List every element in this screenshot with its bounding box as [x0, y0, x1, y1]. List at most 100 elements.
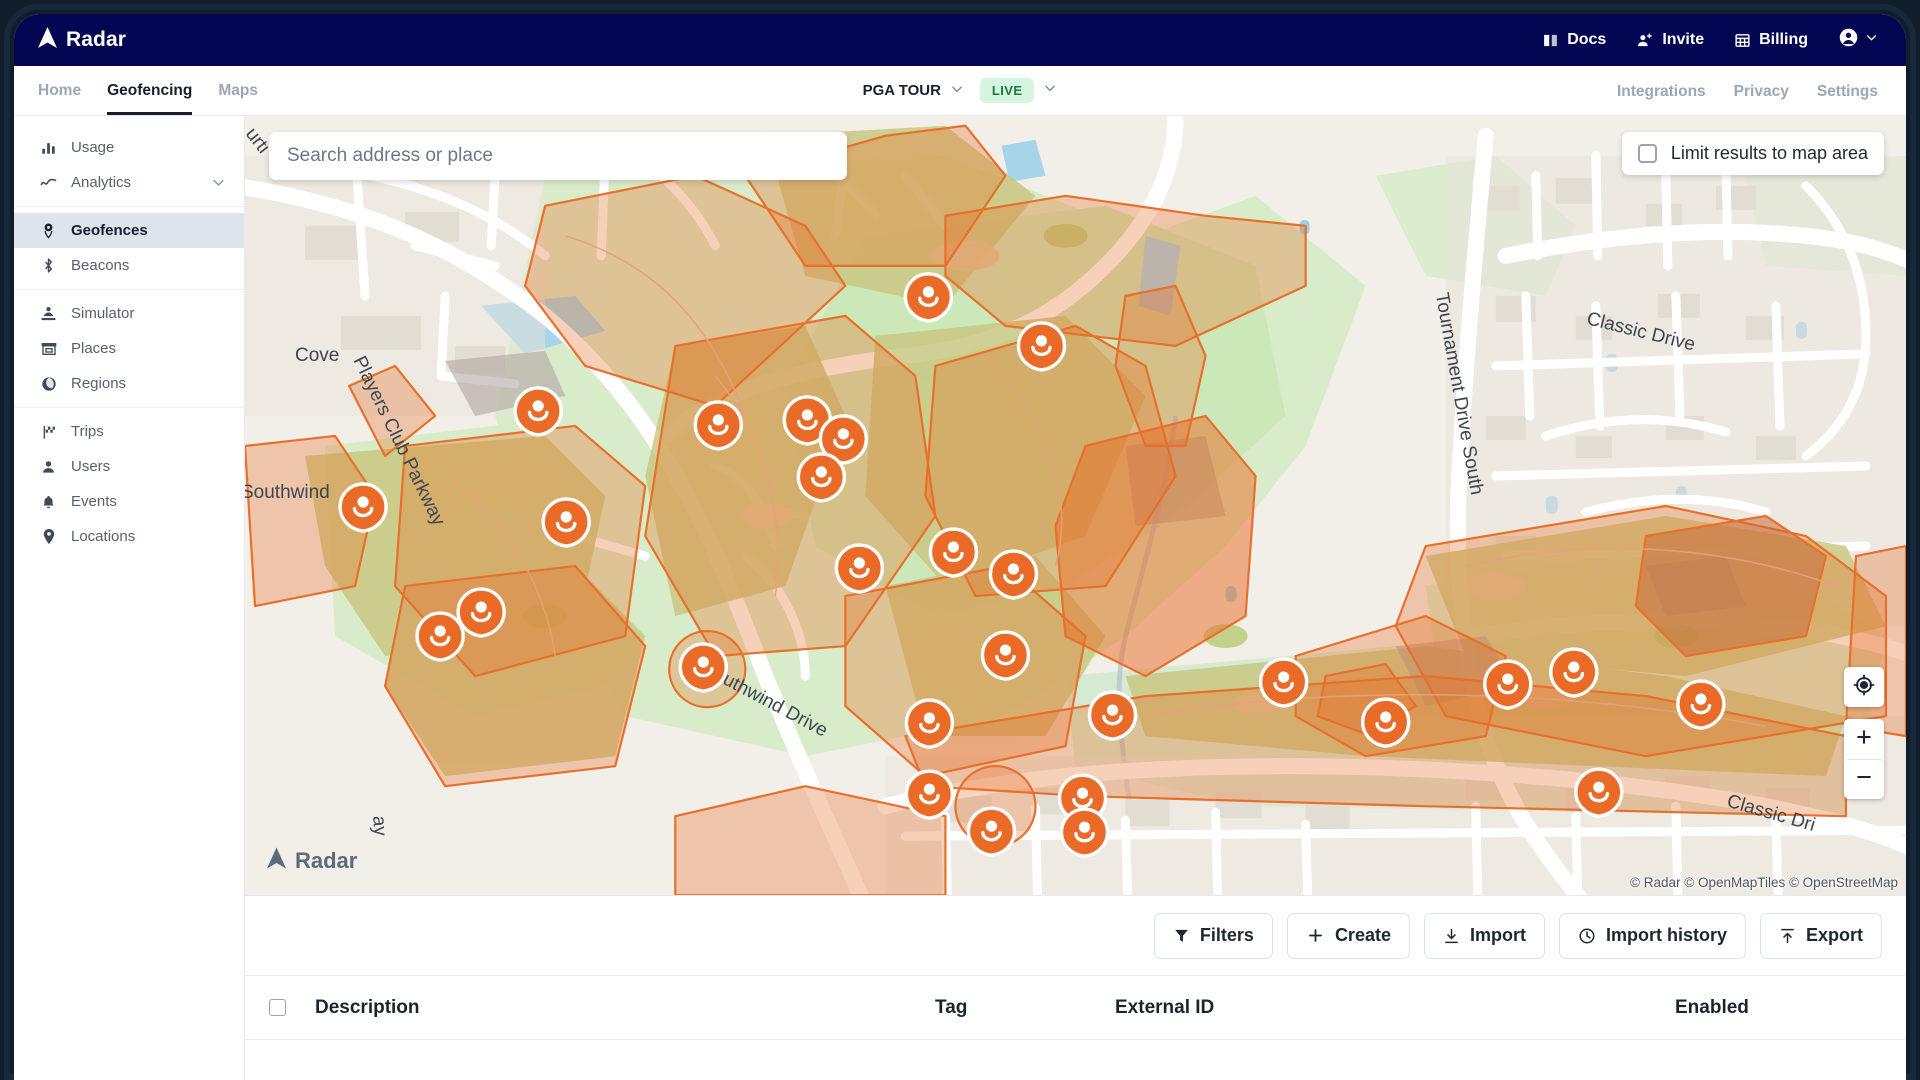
- map-watermark-label: Radar: [295, 848, 358, 873]
- svg-text:ay: ay: [368, 815, 390, 837]
- tab-maps[interactable]: Maps: [218, 66, 258, 115]
- invite-label: Invite: [1662, 31, 1705, 48]
- create-label: Create: [1334, 925, 1391, 945]
- location-pin-icon: [40, 528, 57, 545]
- sidebar-item-locations[interactable]: Locations: [14, 519, 244, 554]
- map-watermark: Radar: [267, 847, 357, 875]
- sidebar-item-label: Places: [71, 340, 117, 357]
- chevron-down-icon: [950, 82, 964, 100]
- filters-button[interactable]: Filters: [1153, 912, 1273, 959]
- svg-text:Cove: Cove: [295, 345, 339, 366]
- sidebar-item-label: Simulator: [71, 305, 135, 322]
- crosshair-icon: [1853, 674, 1875, 701]
- column-header-description[interactable]: Description: [315, 997, 935, 1019]
- sidebar-group-analytics: Usage Analytics: [14, 124, 244, 206]
- column-header-tag[interactable]: Tag: [935, 997, 1115, 1019]
- limit-results-label: Limit results to map area: [1670, 143, 1868, 163]
- link-integrations[interactable]: Integrations: [1617, 80, 1706, 101]
- billing-link[interactable]: Billing: [1734, 31, 1808, 49]
- geofence-toolbar: Filters Create Import Import history Exp…: [245, 895, 1906, 975]
- geofence-table-header: Description Tag External ID Enabled: [245, 975, 1906, 1039]
- page-body: Usage Analytics Geofences Beacons Simula…: [14, 116, 1906, 1080]
- import-history-button[interactable]: Import history: [1558, 912, 1746, 959]
- sidebar-item-label: Geofences: [71, 222, 148, 239]
- flag-icon: [40, 424, 57, 440]
- top-navigation-bar: Radar Docs Invite Billing: [14, 14, 1906, 66]
- sidebar-item-users[interactable]: Users: [14, 449, 244, 484]
- environment-badge: LIVE: [979, 78, 1035, 103]
- sidebar-item-analytics[interactable]: Analytics: [14, 165, 244, 200]
- sidebar-item-label: Trips: [71, 423, 104, 440]
- tab-home[interactable]: Home: [38, 66, 81, 115]
- radar-triangle-logo-icon: [38, 27, 57, 53]
- import-label: Import: [1469, 925, 1526, 945]
- import-button[interactable]: Import: [1423, 912, 1545, 959]
- account-menu[interactable]: [1838, 27, 1878, 53]
- person-icon: [40, 459, 57, 475]
- radar-triangle-logo-icon: [267, 847, 286, 875]
- chevron-down-icon: [1865, 31, 1878, 49]
- import-history-label: Import history: [1605, 925, 1727, 945]
- sidebar-item-places[interactable]: Places: [14, 331, 244, 366]
- locate-button[interactable]: [1844, 667, 1884, 707]
- tab-geofencing[interactable]: Geofencing: [107, 66, 193, 115]
- project-selector[interactable]: PGA TOUR: [863, 82, 964, 100]
- chevron-down-icon[interactable]: [211, 175, 226, 190]
- limit-results-checkbox[interactable]: [1637, 144, 1657, 163]
- column-header-external-id[interactable]: External ID: [1115, 997, 1675, 1019]
- card-icon: [1734, 32, 1751, 49]
- settings-links: Integrations Privacy Settings: [1617, 66, 1878, 115]
- chevron-down-icon: [1043, 81, 1057, 100]
- zoom-controls: [1844, 719, 1884, 799]
- sidebar-item-label: Events: [71, 493, 117, 510]
- bell-icon: [40, 494, 57, 510]
- secondary-navigation-bar: Home Geofencing Maps PGA TOUR LIVE Integ…: [14, 66, 1906, 116]
- select-all-cell: [269, 999, 315, 1016]
- sidebar-item-simulator[interactable]: Simulator: [14, 296, 244, 331]
- sidebar: Usage Analytics Geofences Beacons Simula…: [14, 116, 245, 1080]
- minus-icon: [1854, 767, 1874, 792]
- brand-logo[interactable]: Radar: [38, 27, 126, 53]
- sidebar-item-label: Users: [71, 458, 111, 475]
- invite-link[interactable]: Invite: [1636, 31, 1704, 49]
- main-panel: Cove Southwind Players Club Parkway Sout…: [245, 116, 1906, 1080]
- environment-selector[interactable]: LIVE: [979, 78, 1058, 103]
- sidebar-item-usage[interactable]: Usage: [14, 130, 244, 165]
- map-search-box[interactable]: [269, 132, 847, 180]
- limit-results-control[interactable]: Limit results to map area: [1621, 132, 1884, 175]
- zoom-in-button[interactable]: [1844, 719, 1884, 759]
- map-render: Cove Southwind Players Club Parkway Sout…: [245, 116, 1906, 895]
- sidebar-item-regions[interactable]: Regions: [14, 366, 244, 401]
- device-bezel: Radar Docs Invite Billing Home Geofencin…: [0, 0, 1920, 1080]
- app-window: Radar Docs Invite Billing Home Geofencin…: [14, 14, 1906, 1080]
- brand-name: Radar: [66, 28, 127, 51]
- simulator-icon: [40, 306, 57, 322]
- sidebar-item-label: Locations: [71, 528, 136, 545]
- sidebar-group-activity: Trips Users Events Locations: [14, 407, 244, 560]
- upload-icon: [1779, 927, 1796, 945]
- map-canvas[interactable]: Cove Southwind Players Club Parkway Sout…: [245, 116, 1906, 895]
- docs-label: Docs: [1567, 31, 1607, 48]
- create-button[interactable]: Create: [1286, 912, 1410, 959]
- link-privacy[interactable]: Privacy: [1734, 80, 1789, 101]
- map-attribution: © Radar © OpenMapTiles © OpenStreetMap: [1630, 875, 1898, 890]
- sidebar-item-beacons[interactable]: Beacons: [14, 248, 244, 283]
- sidebar-item-events[interactable]: Events: [14, 484, 244, 519]
- bar-chart-icon: [40, 140, 57, 155]
- search-input[interactable]: [287, 145, 829, 167]
- map-controls: [1844, 667, 1884, 799]
- zoom-out-button[interactable]: [1844, 759, 1884, 799]
- export-button[interactable]: Export: [1759, 912, 1882, 959]
- plus-icon: [1854, 727, 1874, 752]
- column-header-enabled[interactable]: Enabled: [1675, 997, 1882, 1019]
- link-settings[interactable]: Settings: [1817, 80, 1878, 101]
- sidebar-item-geofences[interactable]: Geofences: [14, 213, 244, 248]
- plus-icon: [1306, 926, 1325, 945]
- sidebar-group-places: Simulator Places Regions: [14, 289, 244, 407]
- sidebar-item-trips[interactable]: Trips: [14, 414, 244, 449]
- funnel-icon: [1173, 927, 1190, 944]
- docs-link[interactable]: Docs: [1542, 31, 1606, 49]
- select-all-checkbox[interactable]: [269, 999, 286, 1016]
- sidebar-item-label: Analytics: [71, 174, 132, 191]
- section-tabs: Home Geofencing Maps: [38, 66, 258, 115]
